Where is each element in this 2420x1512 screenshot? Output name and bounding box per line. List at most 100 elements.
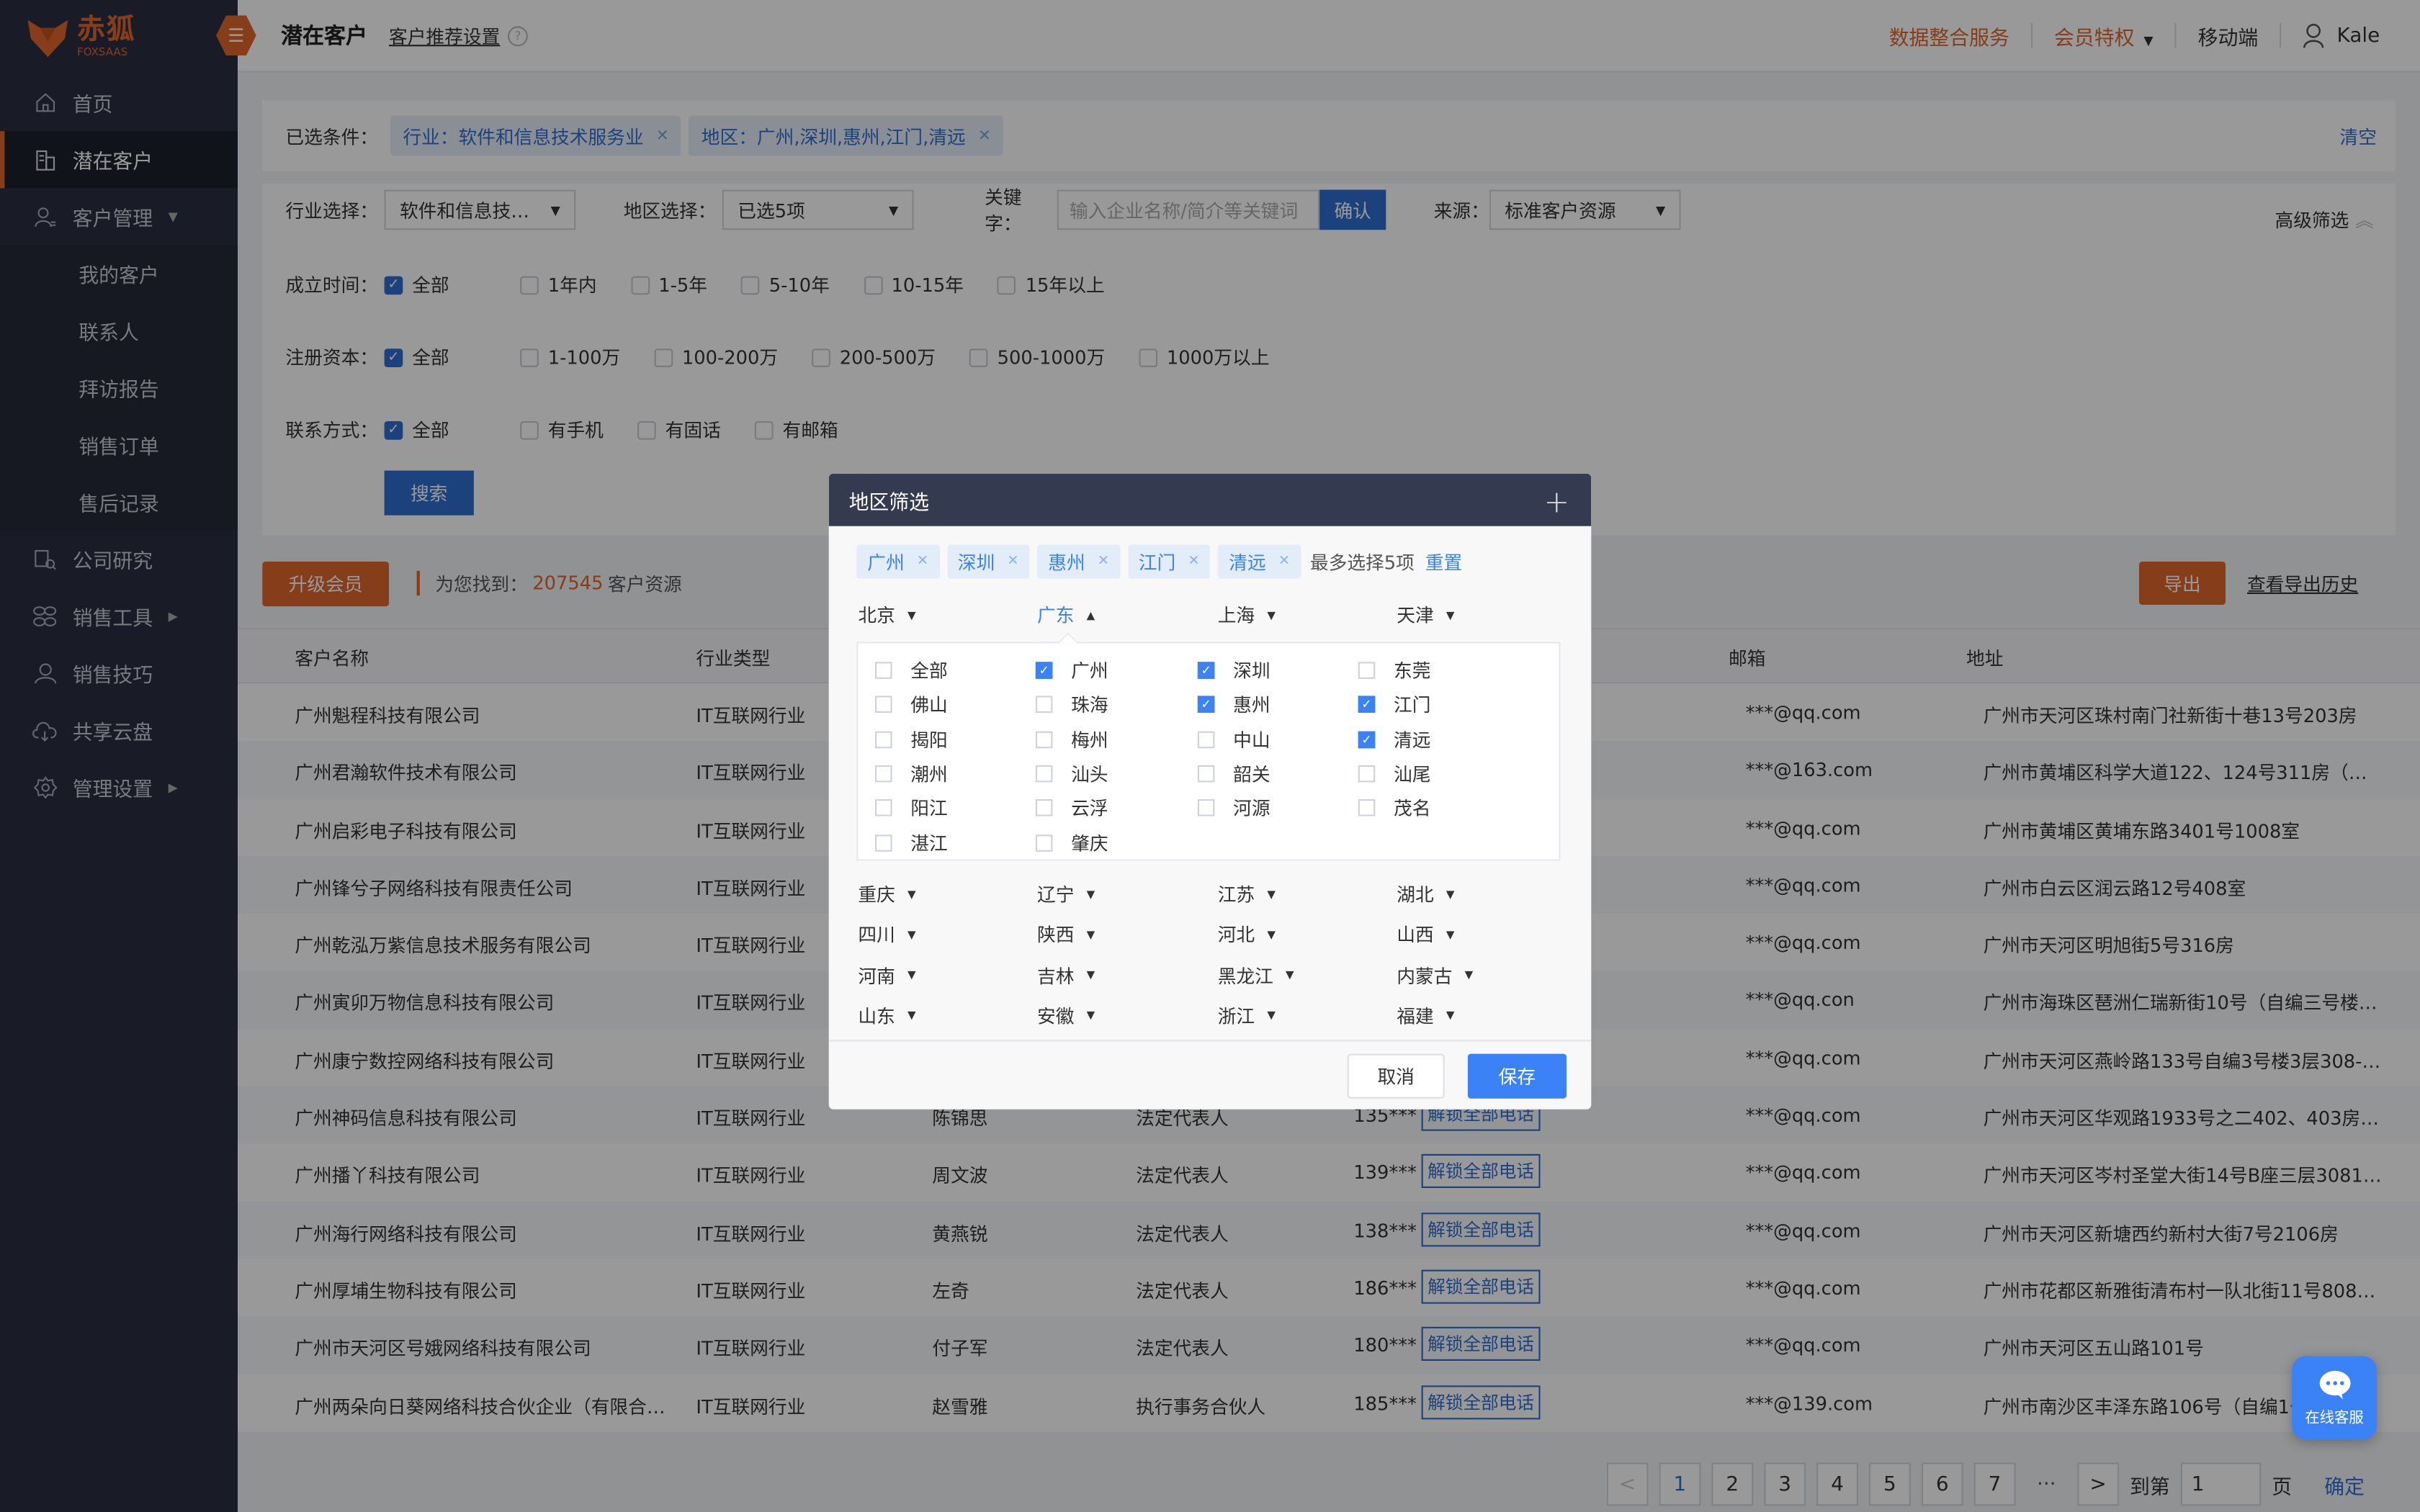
province-dropdown[interactable]: 湖北 ▼ xyxy=(1397,881,1454,907)
checkbox[interactable] xyxy=(875,730,892,748)
province-dropdown[interactable]: 陕西 ▼ xyxy=(1037,922,1095,948)
caret-down-icon: ▼ xyxy=(1086,968,1095,982)
province-dropdown[interactable]: 江苏 ▼ xyxy=(1218,881,1276,907)
caret-down-icon: ▼ xyxy=(1267,928,1276,941)
province-dropdown[interactable]: 浙江 ▼ xyxy=(1218,1003,1276,1029)
city-label: 梅州 xyxy=(1071,729,1108,751)
checkbox[interactable]: ✓ xyxy=(1197,696,1215,714)
city-checkbox[interactable]: 云浮 xyxy=(1035,795,1108,821)
checkbox[interactable] xyxy=(1035,834,1053,851)
checkbox[interactable]: ✓ xyxy=(1197,662,1215,679)
province-label: 四川 xyxy=(858,924,895,947)
checkbox[interactable] xyxy=(875,662,892,679)
city-checkbox[interactable]: 肇庆 xyxy=(1035,829,1108,855)
checkbox[interactable] xyxy=(1358,662,1376,679)
city-checkbox[interactable]: 阳江 xyxy=(875,795,948,821)
chat-bubble-icon xyxy=(2318,1369,2350,1399)
province-dropdown[interactable]: 河南 ▼ xyxy=(858,962,915,988)
close-icon[interactable]: ✕ xyxy=(1098,554,1109,569)
caret-down-icon: ▼ xyxy=(908,1009,916,1022)
province-label: 重庆 xyxy=(858,883,895,906)
checkbox[interactable] xyxy=(875,834,892,851)
checkbox[interactable] xyxy=(875,799,892,816)
province-dropdown[interactable]: 山西 ▼ xyxy=(1397,922,1454,948)
city-checkbox[interactable]: ✓ 惠州 xyxy=(1197,692,1270,718)
province-dropdown[interactable]: 安徽 ▼ xyxy=(1037,1003,1095,1029)
modal-title: 地区筛选 xyxy=(848,491,930,515)
checkbox[interactable]: ✓ xyxy=(1358,696,1376,714)
city-checkbox[interactable]: 湛江 xyxy=(875,829,948,855)
city-checkbox[interactable]: 珠海 xyxy=(1035,692,1108,718)
checkbox[interactable] xyxy=(875,765,892,783)
city-checkbox[interactable]: 潮州 xyxy=(875,760,948,786)
checkbox[interactable] xyxy=(1358,799,1376,816)
checkbox[interactable]: ✓ xyxy=(1358,730,1376,748)
checkbox[interactable] xyxy=(1035,696,1053,714)
checkbox[interactable] xyxy=(875,696,892,714)
selected-regions: 广州 ✕ 深圳 ✕ 惠州 ✕ 江门 ✕ 清远 ✕ 最多选择5项 重置 xyxy=(856,544,1462,579)
city-checkbox[interactable]: 汕头 xyxy=(1035,760,1108,786)
city-checkbox[interactable]: ✓ 清远 xyxy=(1358,726,1431,752)
province-dropdown[interactable]: 上海 ▼ xyxy=(1218,602,1276,628)
city-checkbox[interactable]: 河源 xyxy=(1197,795,1270,821)
city-label: 清远 xyxy=(1393,729,1431,751)
selected-region-tag: 惠州 ✕ xyxy=(1037,544,1121,579)
city-checkbox[interactable]: 揭阳 xyxy=(875,726,948,752)
city-checkbox[interactable]: 东莞 xyxy=(1358,657,1430,683)
province-dropdown[interactable]: 四川 ▼ xyxy=(858,922,915,948)
cancel-button[interactable]: 取消 xyxy=(1347,1053,1445,1099)
checkbox[interactable]: ✓ xyxy=(1035,662,1053,679)
city-checkbox[interactable]: 茂名 xyxy=(1358,795,1430,821)
city-checkbox[interactable]: 汕尾 xyxy=(1358,760,1431,786)
province-dropdown[interactable]: 河北 ▼ xyxy=(1218,922,1276,948)
province-label: 湖北 xyxy=(1397,883,1434,906)
save-button[interactable]: 保存 xyxy=(1467,1053,1567,1099)
close-icon[interactable]: ✕ xyxy=(1188,554,1199,569)
checkbox[interactable] xyxy=(1197,730,1215,748)
checkbox[interactable] xyxy=(1035,799,1053,816)
province-dropdown[interactable]: 北京 ▼ xyxy=(858,602,915,628)
city-checkbox[interactable]: ✓ 广州 xyxy=(1035,657,1108,683)
city-checkbox[interactable]: ✓ 江门 xyxy=(1358,692,1430,718)
close-icon[interactable]: + xyxy=(1543,483,1569,520)
city-checkbox[interactable]: 韶关 xyxy=(1197,760,1270,786)
close-icon[interactable]: ✕ xyxy=(1007,554,1018,569)
province-dropdown[interactable]: 山东 ▼ xyxy=(858,1003,915,1029)
province-dropdown[interactable]: 内蒙古 ▼ xyxy=(1397,962,1473,988)
province-label: 天津 xyxy=(1397,605,1434,626)
province-dropdown[interactable]: 辽宁 ▼ xyxy=(1037,881,1095,907)
checkbox[interactable] xyxy=(1358,765,1376,783)
online-service-button[interactable]: 在线客服 xyxy=(2292,1356,2377,1440)
province-label: 山东 xyxy=(858,1005,895,1027)
province-dropdown[interactable]: 吉林 ▼ xyxy=(1037,962,1095,988)
checkbox[interactable] xyxy=(1197,799,1215,816)
province-label: 辽宁 xyxy=(1037,883,1075,906)
caret-down-icon: ▼ xyxy=(1446,608,1455,621)
city-checkbox[interactable]: 全部 xyxy=(875,657,948,683)
checkbox[interactable] xyxy=(1035,765,1053,783)
province-dropdown[interactable]: 重庆 ▼ xyxy=(858,881,915,907)
caret-down-icon: ▼ xyxy=(1464,968,1474,982)
selected-region-tag: 江门 ✕ xyxy=(1127,544,1211,579)
city-checkbox[interactable]: 梅州 xyxy=(1035,726,1108,752)
province-dropdown[interactable]: 天津 ▼ xyxy=(1397,602,1454,628)
city-label: 汕头 xyxy=(1071,763,1108,786)
province-dropdown[interactable]: 广东 ▲ xyxy=(1037,602,1095,628)
province-dropdown[interactable]: 黑龙江 ▼ xyxy=(1218,962,1294,988)
city-label: 揭阳 xyxy=(910,729,948,751)
city-label: 广州 xyxy=(1071,660,1108,683)
province-dropdown[interactable]: 福建 ▼ xyxy=(1397,1003,1454,1029)
city-label: 中山 xyxy=(1233,729,1270,751)
city-checkbox[interactable]: ✓ 深圳 xyxy=(1197,657,1270,683)
city-checkbox[interactable]: 中山 xyxy=(1197,726,1270,752)
checkbox[interactable] xyxy=(1035,730,1053,748)
reset-link[interactable]: 重置 xyxy=(1425,549,1462,575)
city-label: 汕尾 xyxy=(1393,763,1431,786)
close-icon[interactable]: ✕ xyxy=(917,554,928,569)
city-label: 珠海 xyxy=(1071,694,1108,716)
checkbox[interactable] xyxy=(1197,765,1215,783)
close-icon[interactable]: ✕ xyxy=(1278,554,1290,569)
region-filter-modal: 地区筛选 + 广州 ✕ 深圳 ✕ 惠州 ✕ 江门 ✕ 清远 ✕ 最多选择5项 重置 北京 ▼ 广东 ▲ 上海 ▼… xyxy=(828,473,1592,1110)
caret-down-icon: ▼ xyxy=(1267,1009,1276,1022)
city-checkbox[interactable]: 佛山 xyxy=(875,692,948,718)
